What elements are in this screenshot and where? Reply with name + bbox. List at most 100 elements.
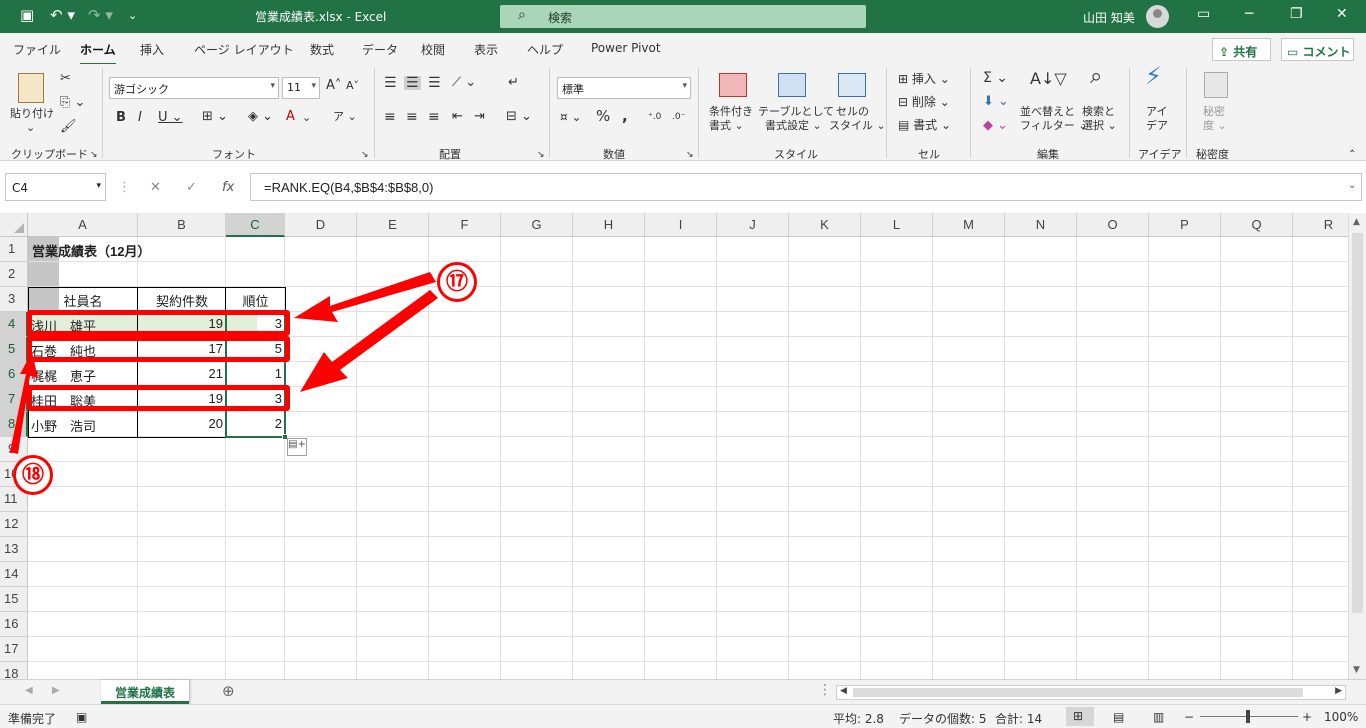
- rank-cell[interactable]: 5: [226, 337, 285, 362]
- name-cell[interactable]: 桂田 聡美: [31, 387, 96, 412]
- font-color-icon[interactable]: A: [286, 110, 295, 124]
- insert-cells-button[interactable]: ⊞ 挿入 ⌄: [898, 72, 950, 86]
- rank-cell[interactable]: 1: [226, 362, 285, 387]
- row-header-11[interactable]: 11: [0, 487, 28, 512]
- orientation-icon[interactable]: ⟋ ⌄: [452, 76, 476, 90]
- insert-function-icon[interactable]: fx: [222, 180, 234, 195]
- name-box[interactable]: C4 ▾: [5, 173, 106, 201]
- increase-decimal-icon[interactable]: ⁺.0: [648, 110, 661, 124]
- accounting-format-icon[interactable]: ¤ ⌄: [560, 110, 582, 124]
- spreadsheet-grid[interactable]: ABCDEFGHIJKLMNOPQR 1 2 3 4 5 6 7 8 9 10 11 12 13 14 15…: [0, 213, 1348, 679]
- font-launcher-icon[interactable]: ↘: [361, 148, 369, 162]
- tab-page-layout[interactable]: ページ レイアウト: [194, 41, 294, 58]
- row-header-8[interactable]: 8: [0, 412, 28, 437]
- row-header-13[interactable]: 13: [0, 537, 28, 562]
- row-header-7[interactable]: 7: [0, 387, 28, 412]
- status-count[interactable]: データの個数: 5: [899, 710, 987, 727]
- wrap-text-icon[interactable]: ↵: [508, 76, 519, 90]
- column-header-i[interactable]: I: [645, 213, 717, 237]
- column-header-l[interactable]: L: [861, 213, 933, 237]
- name-cell[interactable]: 梶梶 恵子: [31, 362, 96, 387]
- delete-cells-button[interactable]: ⊟ 削除 ⌄: [898, 95, 950, 109]
- tab-view[interactable]: 表示: [474, 41, 498, 58]
- contracts-cell[interactable]: 19: [138, 312, 226, 337]
- row-header-4[interactable]: 4: [0, 312, 28, 337]
- add-sheet-icon[interactable]: ⊕: [222, 682, 235, 700]
- contracts-cell[interactable]: 21: [138, 362, 226, 387]
- row-header-15[interactable]: 15: [0, 587, 28, 612]
- column-header-o[interactable]: O: [1077, 213, 1149, 237]
- column-header-e[interactable]: E: [357, 213, 429, 237]
- quick-analysis-icon[interactable]: ▤+: [287, 438, 307, 456]
- comment-button[interactable]: ▭ コメント: [1281, 38, 1354, 61]
- prev-sheet-icon[interactable]: ◀: [25, 685, 33, 696]
- restore-icon[interactable]: ❐: [1290, 6, 1303, 22]
- column-header-m[interactable]: M: [933, 213, 1005, 237]
- increase-indent-icon[interactable]: ⇥: [474, 110, 485, 124]
- scroll-thumb[interactable]: [853, 688, 1303, 697]
- percent-icon[interactable]: %: [596, 109, 610, 124]
- number-launcher-icon[interactable]: ↘: [686, 148, 694, 162]
- font-name-combo[interactable]: 游ゴシック ▾: [109, 77, 279, 99]
- italic-icon[interactable]: I: [138, 111, 142, 125]
- align-top-icon[interactable]: ☰: [384, 76, 397, 90]
- user-name[interactable]: 山田 知美: [1083, 9, 1135, 26]
- alignment-launcher-icon[interactable]: ↘: [537, 148, 545, 162]
- tab-power-pivot[interactable]: Power Pivot: [591, 41, 661, 55]
- scroll-up-icon[interactable]: ▲: [1353, 217, 1360, 227]
- align-center-icon[interactable]: ≡: [406, 110, 418, 124]
- status-sum[interactable]: 合計: 14: [995, 710, 1042, 727]
- font-size-combo[interactable]: 11 ▾: [282, 77, 320, 99]
- row-header-14[interactable]: 14: [0, 562, 28, 587]
- header-cell-rank[interactable]: 順位: [226, 287, 285, 312]
- tab-data[interactable]: データ: [362, 41, 398, 58]
- column-header-c[interactable]: C: [226, 213, 285, 237]
- contracts-cell[interactable]: 17: [138, 337, 226, 362]
- format-painter-icon[interactable]: 🖌: [60, 120, 77, 134]
- zoom-in-icon[interactable]: +: [1302, 710, 1312, 724]
- name-cell[interactable]: 浅川 雄平: [31, 312, 96, 337]
- column-header-d[interactable]: D: [285, 213, 357, 237]
- column-header-a[interactable]: A: [28, 213, 138, 237]
- next-sheet-icon[interactable]: ▶: [52, 685, 60, 696]
- clipboard-launcher-icon[interactable]: ↘: [90, 148, 98, 162]
- row-header-6[interactable]: 6: [0, 362, 28, 387]
- comma-style-icon[interactable]: ,: [622, 109, 628, 124]
- row-header-5[interactable]: 5: [0, 337, 28, 362]
- column-header-k[interactable]: K: [789, 213, 861, 237]
- horizontal-scrollbar[interactable]: ◀ ▶: [836, 685, 1346, 700]
- number-format-combo[interactable]: 標準 ▾: [557, 77, 691, 99]
- macro-record-icon[interactable]: ▣: [76, 710, 87, 724]
- column-header-b[interactable]: B: [138, 213, 226, 237]
- collapse-ribbon-icon[interactable]: ⌃: [1348, 148, 1356, 162]
- align-middle-icon[interactable]: ☰: [404, 76, 421, 90]
- zoom-slider-thumb[interactable]: [1246, 710, 1250, 723]
- select-all-button[interactable]: [0, 213, 28, 237]
- shrink-font-icon[interactable]: A˅: [346, 79, 359, 93]
- sensitivity-button[interactable]: 秘密度 ⌄: [1203, 105, 1227, 133]
- format-cells-button[interactable]: ▤ 書式 ⌄: [898, 118, 951, 132]
- column-header-p[interactable]: P: [1149, 213, 1221, 237]
- align-left-icon[interactable]: ≡: [384, 110, 396, 124]
- sort-filter-button[interactable]: 並べ替えと フィルター ⌄: [1020, 105, 1088, 133]
- column-header-j[interactable]: J: [717, 213, 789, 237]
- bold-icon[interactable]: B: [116, 111, 126, 125]
- page-layout-view-icon[interactable]: ▤: [1113, 710, 1124, 724]
- header-cell-contracts[interactable]: 契約件数: [138, 287, 226, 312]
- contracts-cell[interactable]: 20: [138, 412, 226, 437]
- vertical-scrollbar[interactable]: ▲ ▼: [1348, 213, 1366, 679]
- tab-insert[interactable]: 挿入: [140, 41, 164, 58]
- conditional-format-button[interactable]: 条件付き 書式 ⌄: [709, 105, 753, 133]
- column-header-h[interactable]: H: [573, 213, 645, 237]
- column-header-q[interactable]: Q: [1221, 213, 1293, 237]
- cancel-icon[interactable]: ✕: [150, 180, 161, 195]
- save-icon[interactable]: ▣: [20, 6, 34, 24]
- find-select-button[interactable]: 検索と 選択 ⌄: [1082, 105, 1117, 133]
- tab-file[interactable]: ファイル: [13, 41, 61, 58]
- expand-formula-icon[interactable]: ⌄: [1348, 180, 1356, 191]
- row-header-17[interactable]: 17: [0, 637, 28, 662]
- decrease-decimal-icon[interactable]: .0⁻: [672, 110, 685, 124]
- borders-icon[interactable]: ⊞ ⌄: [202, 110, 228, 124]
- align-right-icon[interactable]: ≡: [428, 110, 440, 124]
- minimize-icon[interactable]: ─: [1245, 6, 1253, 22]
